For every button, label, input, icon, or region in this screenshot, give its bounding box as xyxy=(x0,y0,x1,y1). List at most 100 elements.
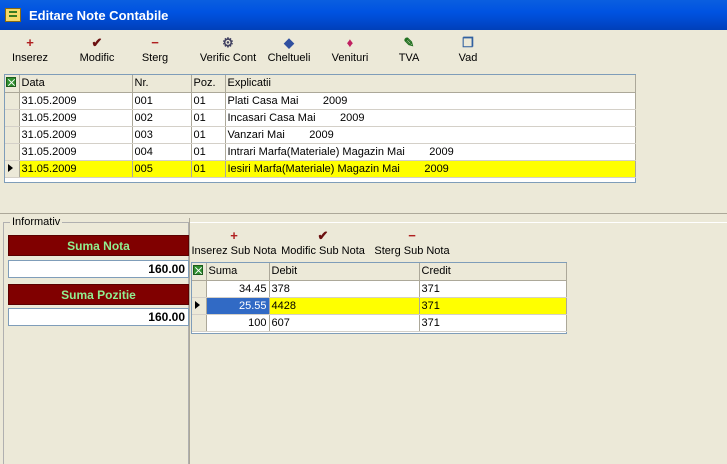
sterg-button[interactable]: − Sterg xyxy=(128,34,182,68)
row-indicator[interactable] xyxy=(192,314,207,332)
title-bar: Editare Note Contabile xyxy=(0,0,727,30)
table-cell[interactable]: 25.55 xyxy=(206,297,270,315)
cheltueli-label: Cheltueli xyxy=(267,52,311,64)
table-cell[interactable]: 378 xyxy=(269,280,420,298)
tva-label: TVA xyxy=(398,52,420,64)
sterg-sub-nota-button[interactable]: − Sterg Sub Nota xyxy=(372,227,452,261)
table-cell[interactable]: 005 xyxy=(132,160,192,178)
grid-corner-icon xyxy=(6,76,16,87)
cheltueli-button[interactable]: ◆ Cheltueli xyxy=(260,34,318,68)
inserez-sub-nota-label: Inserez Sub Nota xyxy=(191,245,277,257)
minus-icon: − xyxy=(151,35,159,50)
window-title: Editare Note Contabile xyxy=(29,7,169,23)
row-indicator[interactable] xyxy=(192,280,207,298)
column-header-debit[interactable]: Debit xyxy=(269,263,420,281)
row-indicator[interactable] xyxy=(5,92,20,110)
column-header-data[interactable]: Data xyxy=(19,75,133,93)
modific-sub-nota-label: Modific Sub Nota xyxy=(281,245,365,257)
row-indicator[interactable] xyxy=(192,297,207,315)
app-icon xyxy=(5,8,21,22)
table-cell[interactable]: 34.45 xyxy=(206,280,270,298)
modific-button[interactable]: ✔ Modific xyxy=(70,34,124,68)
table-row[interactable]: 25.55 4428 371 xyxy=(192,297,567,315)
table-cell[interactable]: 607 xyxy=(269,314,420,332)
table-cell[interactable]: 100 xyxy=(206,314,270,332)
table-cell[interactable]: 31.05.2009 xyxy=(19,92,133,110)
plus-icon: + xyxy=(230,228,238,243)
grid-corner-icon xyxy=(193,264,203,275)
table-cell[interactable]: 01 xyxy=(191,92,226,110)
row-indicator[interactable] xyxy=(5,160,20,178)
table-cell[interactable]: 31.05.2009 xyxy=(19,109,133,127)
column-header-suma[interactable]: Suma xyxy=(206,263,270,281)
income-icon: ♦ xyxy=(346,35,354,50)
table-cell[interactable]: 001 xyxy=(132,92,192,110)
table-row[interactable]: 100 607 371 xyxy=(192,314,567,332)
vad-label: Vad xyxy=(458,52,478,64)
row-indicator[interactable] xyxy=(5,126,20,144)
table-row[interactable]: 31.05.2009 004 01 Intrari Marfa(Materiale) … xyxy=(5,143,636,161)
subnotes-grid[interactable]: Suma Debit Credit 34.45 378 371 25.55 4428 371 1… xyxy=(191,262,567,334)
table-cell[interactable]: Vanzari Mai 2009 xyxy=(225,126,636,144)
table-cell[interactable]: 371 xyxy=(419,297,567,315)
suma-pozitie-label: Suma Pozitie xyxy=(8,284,189,305)
table-cell[interactable]: 01 xyxy=(191,109,226,127)
checkmark-icon: ✔ xyxy=(91,35,103,50)
table-cell[interactable]: 31.05.2009 xyxy=(19,126,133,144)
current-row-arrow-icon xyxy=(195,300,200,309)
tva-button[interactable]: ✎ TVA xyxy=(390,34,428,68)
table-cell[interactable]: Iesiri Marfa(Materiale) Magazin Mai 2009 xyxy=(225,160,636,178)
venituri-button[interactable]: ♦ Venituri xyxy=(322,34,378,68)
select-all-corner[interactable] xyxy=(192,263,207,281)
table-row[interactable]: 31.05.2009 003 01 Vanzari Mai 2009 xyxy=(5,126,636,144)
sterg-sub-nota-label: Sterg Sub Nota xyxy=(374,245,450,257)
column-header-credit[interactable]: Credit xyxy=(419,263,567,281)
checkmark-icon: ✔ xyxy=(317,228,329,243)
table-cell[interactable]: 01 xyxy=(191,143,226,161)
informativ-legend: Informativ xyxy=(10,216,63,228)
informativ-group: Informativ xyxy=(3,216,189,464)
horizontal-splitter[interactable] xyxy=(0,213,727,214)
select-all-corner[interactable] xyxy=(5,75,20,93)
column-header-poz[interactable]: Poz. xyxy=(191,75,226,93)
main-toolbar: + Inserez ✔ Modific − Sterg ⚙ Verific Cont ◆ Chel… xyxy=(0,30,727,70)
table-row[interactable]: 31.05.2009 002 01 Incasari Casa Mai 2009 xyxy=(5,109,636,127)
table-cell[interactable]: 003 xyxy=(132,126,192,144)
row-indicator[interactable] xyxy=(5,143,20,161)
table-cell[interactable]: 002 xyxy=(132,109,192,127)
plus-icon: + xyxy=(26,35,34,50)
column-header-explicatii[interactable]: Explicatii xyxy=(225,75,636,93)
suma-pozitie-value: 160.00 xyxy=(8,308,189,326)
table-cell[interactable]: 01 xyxy=(191,160,226,178)
column-header-nr[interactable]: Nr. xyxy=(132,75,192,93)
table-row[interactable]: 31.05.2009 005 01 Iesiri Marfa(Materiale) M… xyxy=(5,160,636,178)
vad-button[interactable]: ❐ Vad xyxy=(446,34,490,68)
expenses-icon: ◆ xyxy=(284,35,294,50)
minus-icon: − xyxy=(408,228,416,243)
subnotes-header-row: Suma Debit Credit xyxy=(192,263,567,281)
table-cell[interactable]: 01 xyxy=(191,126,226,144)
inserez-button[interactable]: + Inserez xyxy=(8,34,52,68)
inserez-sub-nota-button[interactable]: + Inserez Sub Nota xyxy=(190,227,278,261)
verific-cont-button[interactable]: ⚙ Verific Cont xyxy=(192,34,264,68)
table-row[interactable]: 31.05.2009 001 01 Plati Casa Mai 2009 xyxy=(5,92,636,110)
suma-nota-value: 160.00 xyxy=(8,260,189,278)
check-account-icon: ⚙ xyxy=(222,35,234,50)
table-cell[interactable]: 004 xyxy=(132,143,192,161)
table-cell[interactable]: 31.05.2009 xyxy=(19,143,133,161)
table-cell[interactable]: Plati Casa Mai 2009 xyxy=(225,92,636,110)
table-cell[interactable]: Incasari Casa Mai 2009 xyxy=(225,109,636,127)
pen-icon: ✎ xyxy=(403,35,415,50)
table-cell[interactable]: 371 xyxy=(419,314,567,332)
row-indicator[interactable] xyxy=(5,109,20,127)
venituri-label: Venituri xyxy=(331,52,369,64)
table-cell[interactable]: Intrari Marfa(Materiale) Magazin Mai 200… xyxy=(225,143,636,161)
table-cell[interactable]: 371 xyxy=(419,280,567,298)
modific-sub-nota-button[interactable]: ✔ Modific Sub Nota xyxy=(280,227,366,261)
sterg-label: Sterg xyxy=(141,52,169,64)
table-cell[interactable]: 4428 xyxy=(269,297,420,315)
notes-grid[interactable]: Data Nr. Poz. Explicatii 31.05.2009 001 01 Pla… xyxy=(4,74,636,183)
table-row[interactable]: 34.45 378 371 xyxy=(192,280,567,298)
current-row-arrow-icon xyxy=(8,163,13,172)
table-cell[interactable]: 31.05.2009 xyxy=(19,160,133,178)
